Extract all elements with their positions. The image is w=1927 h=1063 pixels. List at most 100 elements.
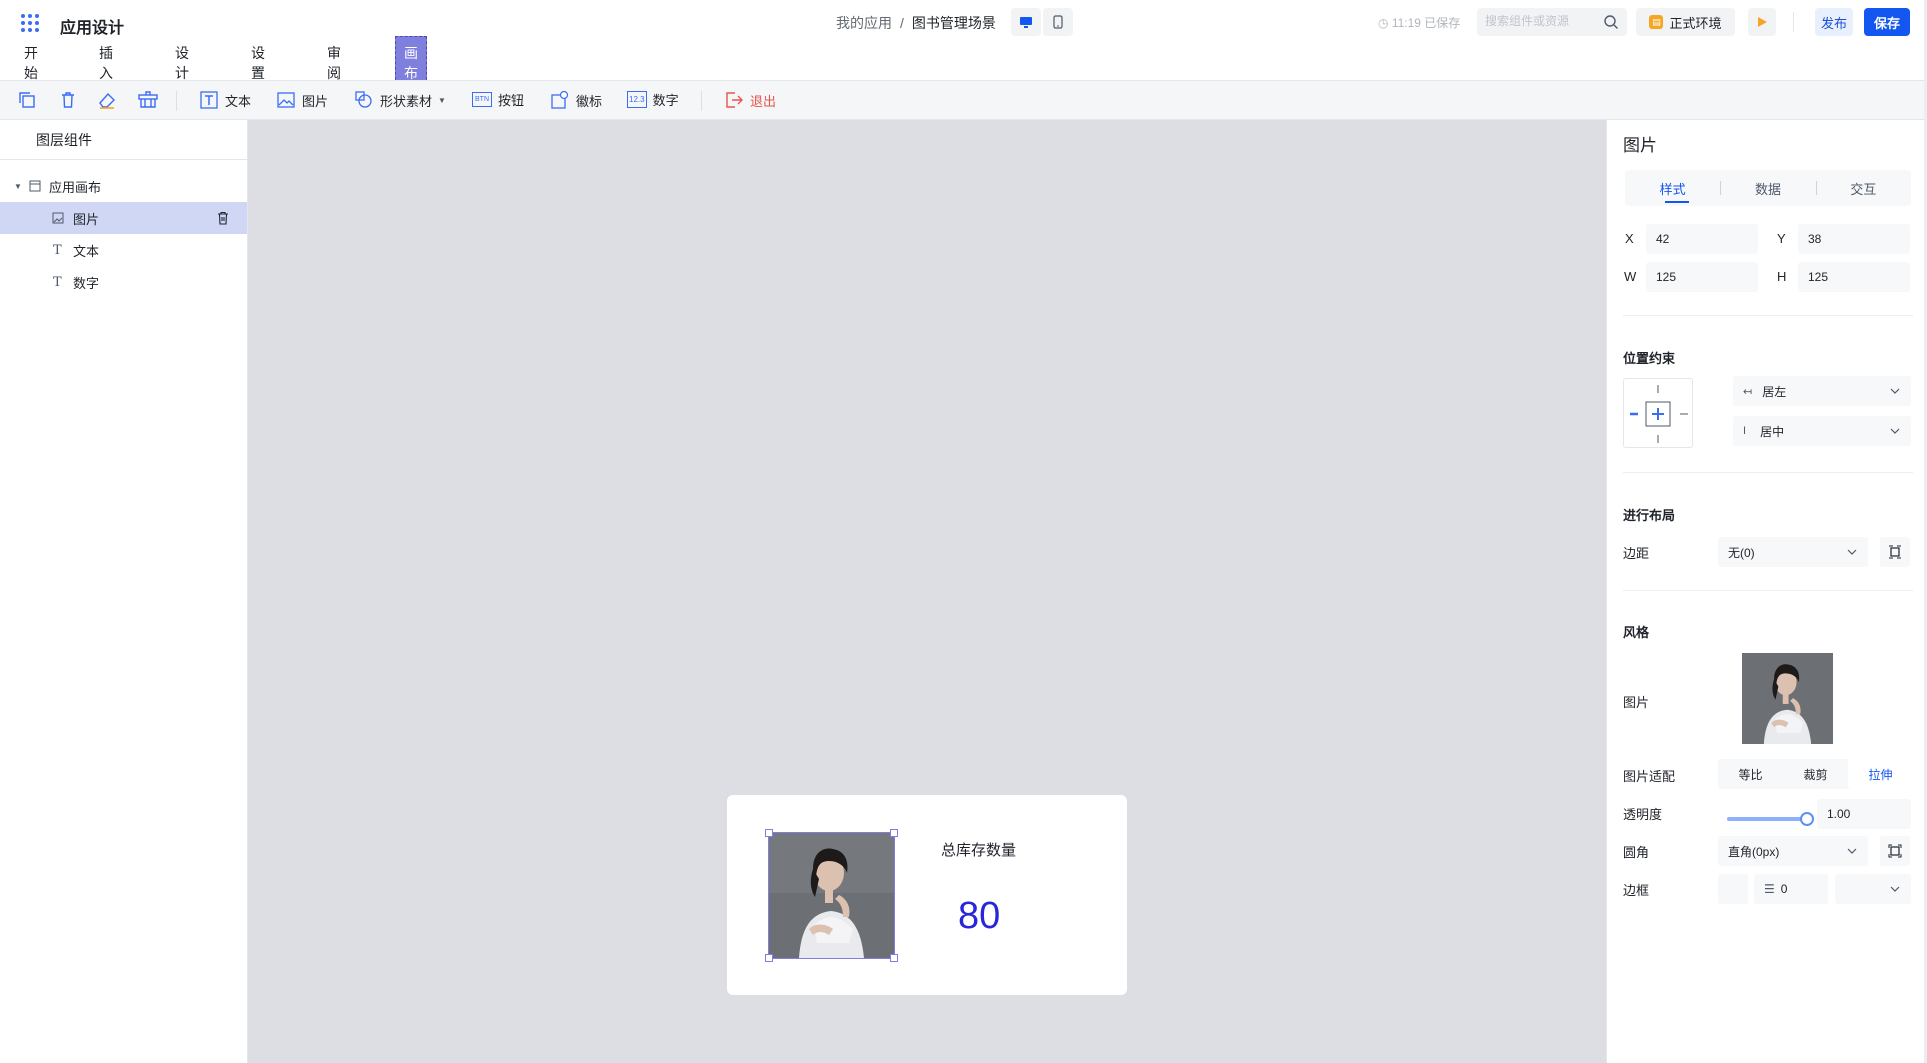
tab-start[interactable]: 开始 xyxy=(24,45,38,81)
insert-number-button[interactable]: 12.3 数字 xyxy=(627,90,679,109)
fit-option-contain[interactable]: 等比 xyxy=(1718,759,1783,789)
image-preview[interactable] xyxy=(1742,653,1833,744)
border-style-select[interactable] xyxy=(1835,874,1911,904)
badge-icon xyxy=(551,90,569,109)
tab-canvas[interactable]: 画布 xyxy=(395,36,427,90)
border-width-input[interactable]: ☰ 0 xyxy=(1754,874,1828,904)
card-number[interactable]: 80 xyxy=(958,895,1000,938)
radius-detail-button[interactable] xyxy=(1880,836,1910,866)
desktop-view-button[interactable] xyxy=(1011,8,1041,36)
exit-button[interactable]: 退出 xyxy=(724,90,776,110)
search-icon[interactable] xyxy=(1603,14,1619,30)
insert-button-button[interactable]: BTN 按钮 xyxy=(472,90,524,109)
clock-icon: ◷ xyxy=(1378,16,1389,30)
expand-corners-icon xyxy=(1888,844,1902,858)
clear-button[interactable] xyxy=(137,90,159,110)
image-icon xyxy=(52,212,64,224)
layer-item-image[interactable]: 图片 xyxy=(0,202,247,234)
x-label: X xyxy=(1625,231,1634,246)
border-color-swatch[interactable] xyxy=(1718,874,1748,904)
tab-style[interactable]: 样式 xyxy=(1625,170,1720,206)
header-divider xyxy=(1793,12,1794,32)
tab-design[interactable]: 设计 xyxy=(175,45,189,81)
opacity-slider[interactable] xyxy=(1727,809,1814,829)
search-box xyxy=(1477,8,1627,36)
tab-label: 审阅 xyxy=(327,45,341,81)
insert-text-button[interactable]: 文本 xyxy=(199,90,251,110)
resize-handle[interactable] xyxy=(765,829,773,837)
number-icon: 12.3 xyxy=(627,91,647,108)
trash-icon[interactable] xyxy=(216,211,230,225)
section-divider xyxy=(1623,590,1913,591)
insert-image-label: 图片 xyxy=(302,93,329,109)
w-label: W xyxy=(1624,269,1637,284)
tab-review[interactable]: 审阅 xyxy=(327,45,341,81)
mobile-view-button[interactable] xyxy=(1043,8,1073,36)
exit-label: 退出 xyxy=(750,93,777,109)
constraint-widget[interactable] xyxy=(1623,378,1693,448)
resize-handle[interactable] xyxy=(890,829,898,837)
layer-root[interactable]: ▼ 应用画布 xyxy=(0,170,247,202)
app-title: 应用设计 xyxy=(60,20,125,37)
tab-label: 插入 xyxy=(99,45,113,81)
style-section-title: 风格 xyxy=(1623,625,1650,640)
opacity-label: 透明度 xyxy=(1623,807,1663,822)
layout-section-title: 进行布局 xyxy=(1623,508,1676,523)
tab-interaction[interactable]: 交互 xyxy=(1815,170,1911,206)
margin-detail-button[interactable] xyxy=(1880,537,1910,567)
exit-icon xyxy=(726,92,743,108)
toolbar: 文本 图片 形状素材 ▼ BTN 按钮 徽标 12.3 数字 退出 xyxy=(0,80,1927,120)
radius-select[interactable]: 直角(0px) xyxy=(1718,836,1868,866)
chevron-down-icon xyxy=(1890,428,1900,434)
margin-select[interactable]: 无(0) xyxy=(1718,537,1868,567)
vertical-constraint-select[interactable]: I 居中 xyxy=(1733,416,1911,446)
eraser-button[interactable] xyxy=(97,90,117,110)
search-input[interactable] xyxy=(1485,14,1600,28)
horizontal-constraint-select[interactable]: ↤ 居左 xyxy=(1733,376,1911,406)
tab-label: 设计 xyxy=(175,45,189,81)
top-bar: 应用设计 我的应用 / 图书管理场景 ◷ 11:19 已保存 ▤ 正式环境 发布… xyxy=(0,0,1927,46)
insert-shape-button[interactable]: 形状素材 ▼ xyxy=(354,90,446,110)
preview-run-button[interactable] xyxy=(1748,8,1776,36)
resize-handle[interactable] xyxy=(765,954,773,962)
delete-button[interactable] xyxy=(58,90,78,110)
tab-data[interactable]: 数据 xyxy=(1720,170,1815,206)
constraint-section-title: 位置约束 xyxy=(1623,351,1676,366)
w-input[interactable]: 125 xyxy=(1646,262,1758,292)
caret-down-icon[interactable]: ▼ xyxy=(14,182,22,191)
fit-option-stretch[interactable]: 拉伸 xyxy=(1848,759,1913,789)
apps-grid-icon[interactable] xyxy=(21,14,39,32)
margin-value: 无(0) xyxy=(1728,545,1755,560)
fit-option-crop[interactable]: 裁剪 xyxy=(1783,759,1848,789)
breadcrumb-separator: / xyxy=(900,15,904,31)
design-canvas[interactable]: 总库存数量 80 xyxy=(248,120,1606,1063)
tab-settings[interactable]: 设置 xyxy=(251,45,265,81)
line-weight-icon: ☰ xyxy=(1764,882,1775,896)
shape-icon xyxy=(355,91,372,108)
card-image[interactable] xyxy=(768,832,895,959)
x-input[interactable]: 42 xyxy=(1646,224,1758,254)
insert-image-button[interactable]: 图片 xyxy=(276,90,328,110)
environment-label: 正式环境 xyxy=(1669,15,1722,31)
environment-button[interactable]: ▤ 正式环境 xyxy=(1636,8,1735,36)
clear-icon xyxy=(138,91,158,108)
slider-thumb[interactable] xyxy=(1800,812,1814,826)
chevron-down-icon xyxy=(1847,848,1857,854)
properties-panel: 图片 样式 数据 交互 X 42 Y 38 W 125 H 125 位置约束 ↤… xyxy=(1606,120,1927,1063)
resize-handle[interactable] xyxy=(890,954,898,962)
layer-item-text[interactable]: T 文本 xyxy=(0,234,247,266)
h-input[interactable]: 125 xyxy=(1798,262,1910,292)
opacity-input[interactable]: 1.00 xyxy=(1817,799,1911,829)
save-button[interactable]: 保存 xyxy=(1864,8,1910,36)
insert-badge-button[interactable]: 徽标 xyxy=(550,90,602,110)
y-input[interactable]: 38 xyxy=(1798,224,1910,254)
layer-item-number[interactable]: T 数字 xyxy=(0,266,247,298)
tab-insert[interactable]: 插入 xyxy=(99,45,113,81)
breadcrumb-root[interactable]: 我的应用 xyxy=(836,13,892,33)
card-text[interactable]: 总库存数量 xyxy=(941,839,1016,860)
copy-button[interactable] xyxy=(17,90,37,110)
insert-text-label: 文本 xyxy=(225,93,252,109)
border-width-value: 0 xyxy=(1780,882,1788,896)
stat-card[interactable]: 总库存数量 80 xyxy=(727,795,1127,995)
publish-button[interactable]: 发布 xyxy=(1815,8,1853,36)
